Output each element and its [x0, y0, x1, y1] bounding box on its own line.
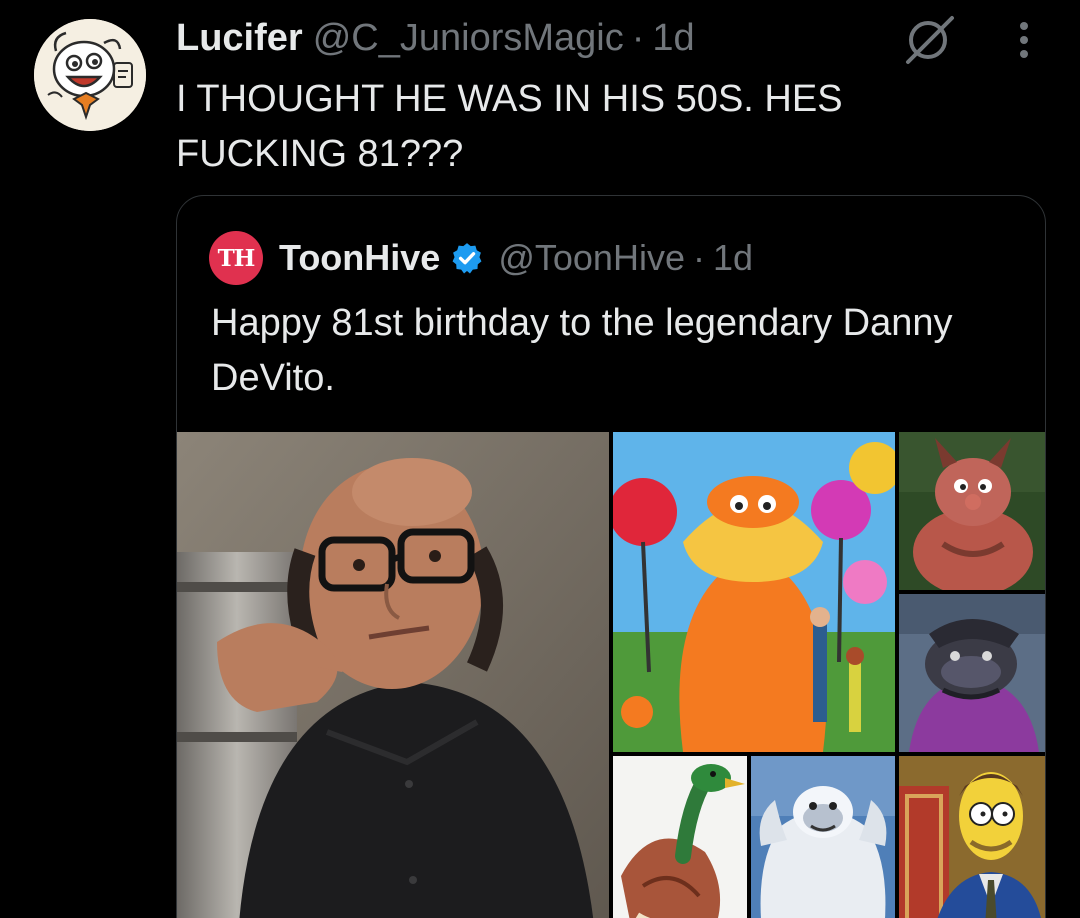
herb-powell-simpsons-still[interactable]	[899, 756, 1045, 918]
quoted-user-handle[interactable]: @ToonHive	[498, 237, 685, 279]
quoted-tweet-header: TH ToonHive @ToonHive · 1d	[209, 231, 753, 285]
tweet: Lucifer @C_JuniorsMagic · 1d I THOUGHT H…	[0, 0, 1080, 918]
verified-badge-icon	[452, 243, 482, 274]
duck-character-still[interactable]	[613, 756, 747, 918]
more-horizontal-icon[interactable]	[1004, 18, 1044, 62]
cartoon-character-avatar-icon	[34, 19, 146, 131]
phil-hercules-still[interactable]	[899, 432, 1045, 590]
user-handle[interactable]: @C_JuniorsMagic	[313, 14, 624, 62]
lorax-still[interactable]	[613, 432, 895, 752]
hoggish-greedly-still[interactable]	[899, 594, 1045, 752]
quoted-user-avatar[interactable]: TH	[209, 231, 263, 285]
yeti-character-still[interactable]	[751, 756, 895, 918]
tweet-header: Lucifer @C_JuniorsMagic · 1d	[176, 14, 695, 62]
quoted-tweet[interactable]: TH ToonHive @ToonHive · 1d Happy 81st bi…	[176, 195, 1046, 918]
quoted-timestamp[interactable]: 1d	[713, 237, 753, 279]
grok-icon[interactable]	[902, 14, 958, 66]
timestamp[interactable]: 1d	[652, 14, 694, 62]
photo-of-danny-devito[interactable]	[177, 432, 609, 918]
media-collage[interactable]	[177, 432, 1045, 918]
quoted-display-name[interactable]: ToonHive	[279, 237, 440, 279]
user-avatar[interactable]	[34, 19, 146, 131]
tweet-text: I THOUGHT HE WAS IN HIS 50S. HES FUCKING…	[176, 78, 843, 175]
quoted-tweet-text: Happy 81st birthday to the legendary Dan…	[211, 302, 953, 399]
separator-dot: ·	[692, 237, 705, 278]
separator-dot: ·	[631, 17, 645, 59]
display-name[interactable]: Lucifer	[176, 14, 303, 62]
